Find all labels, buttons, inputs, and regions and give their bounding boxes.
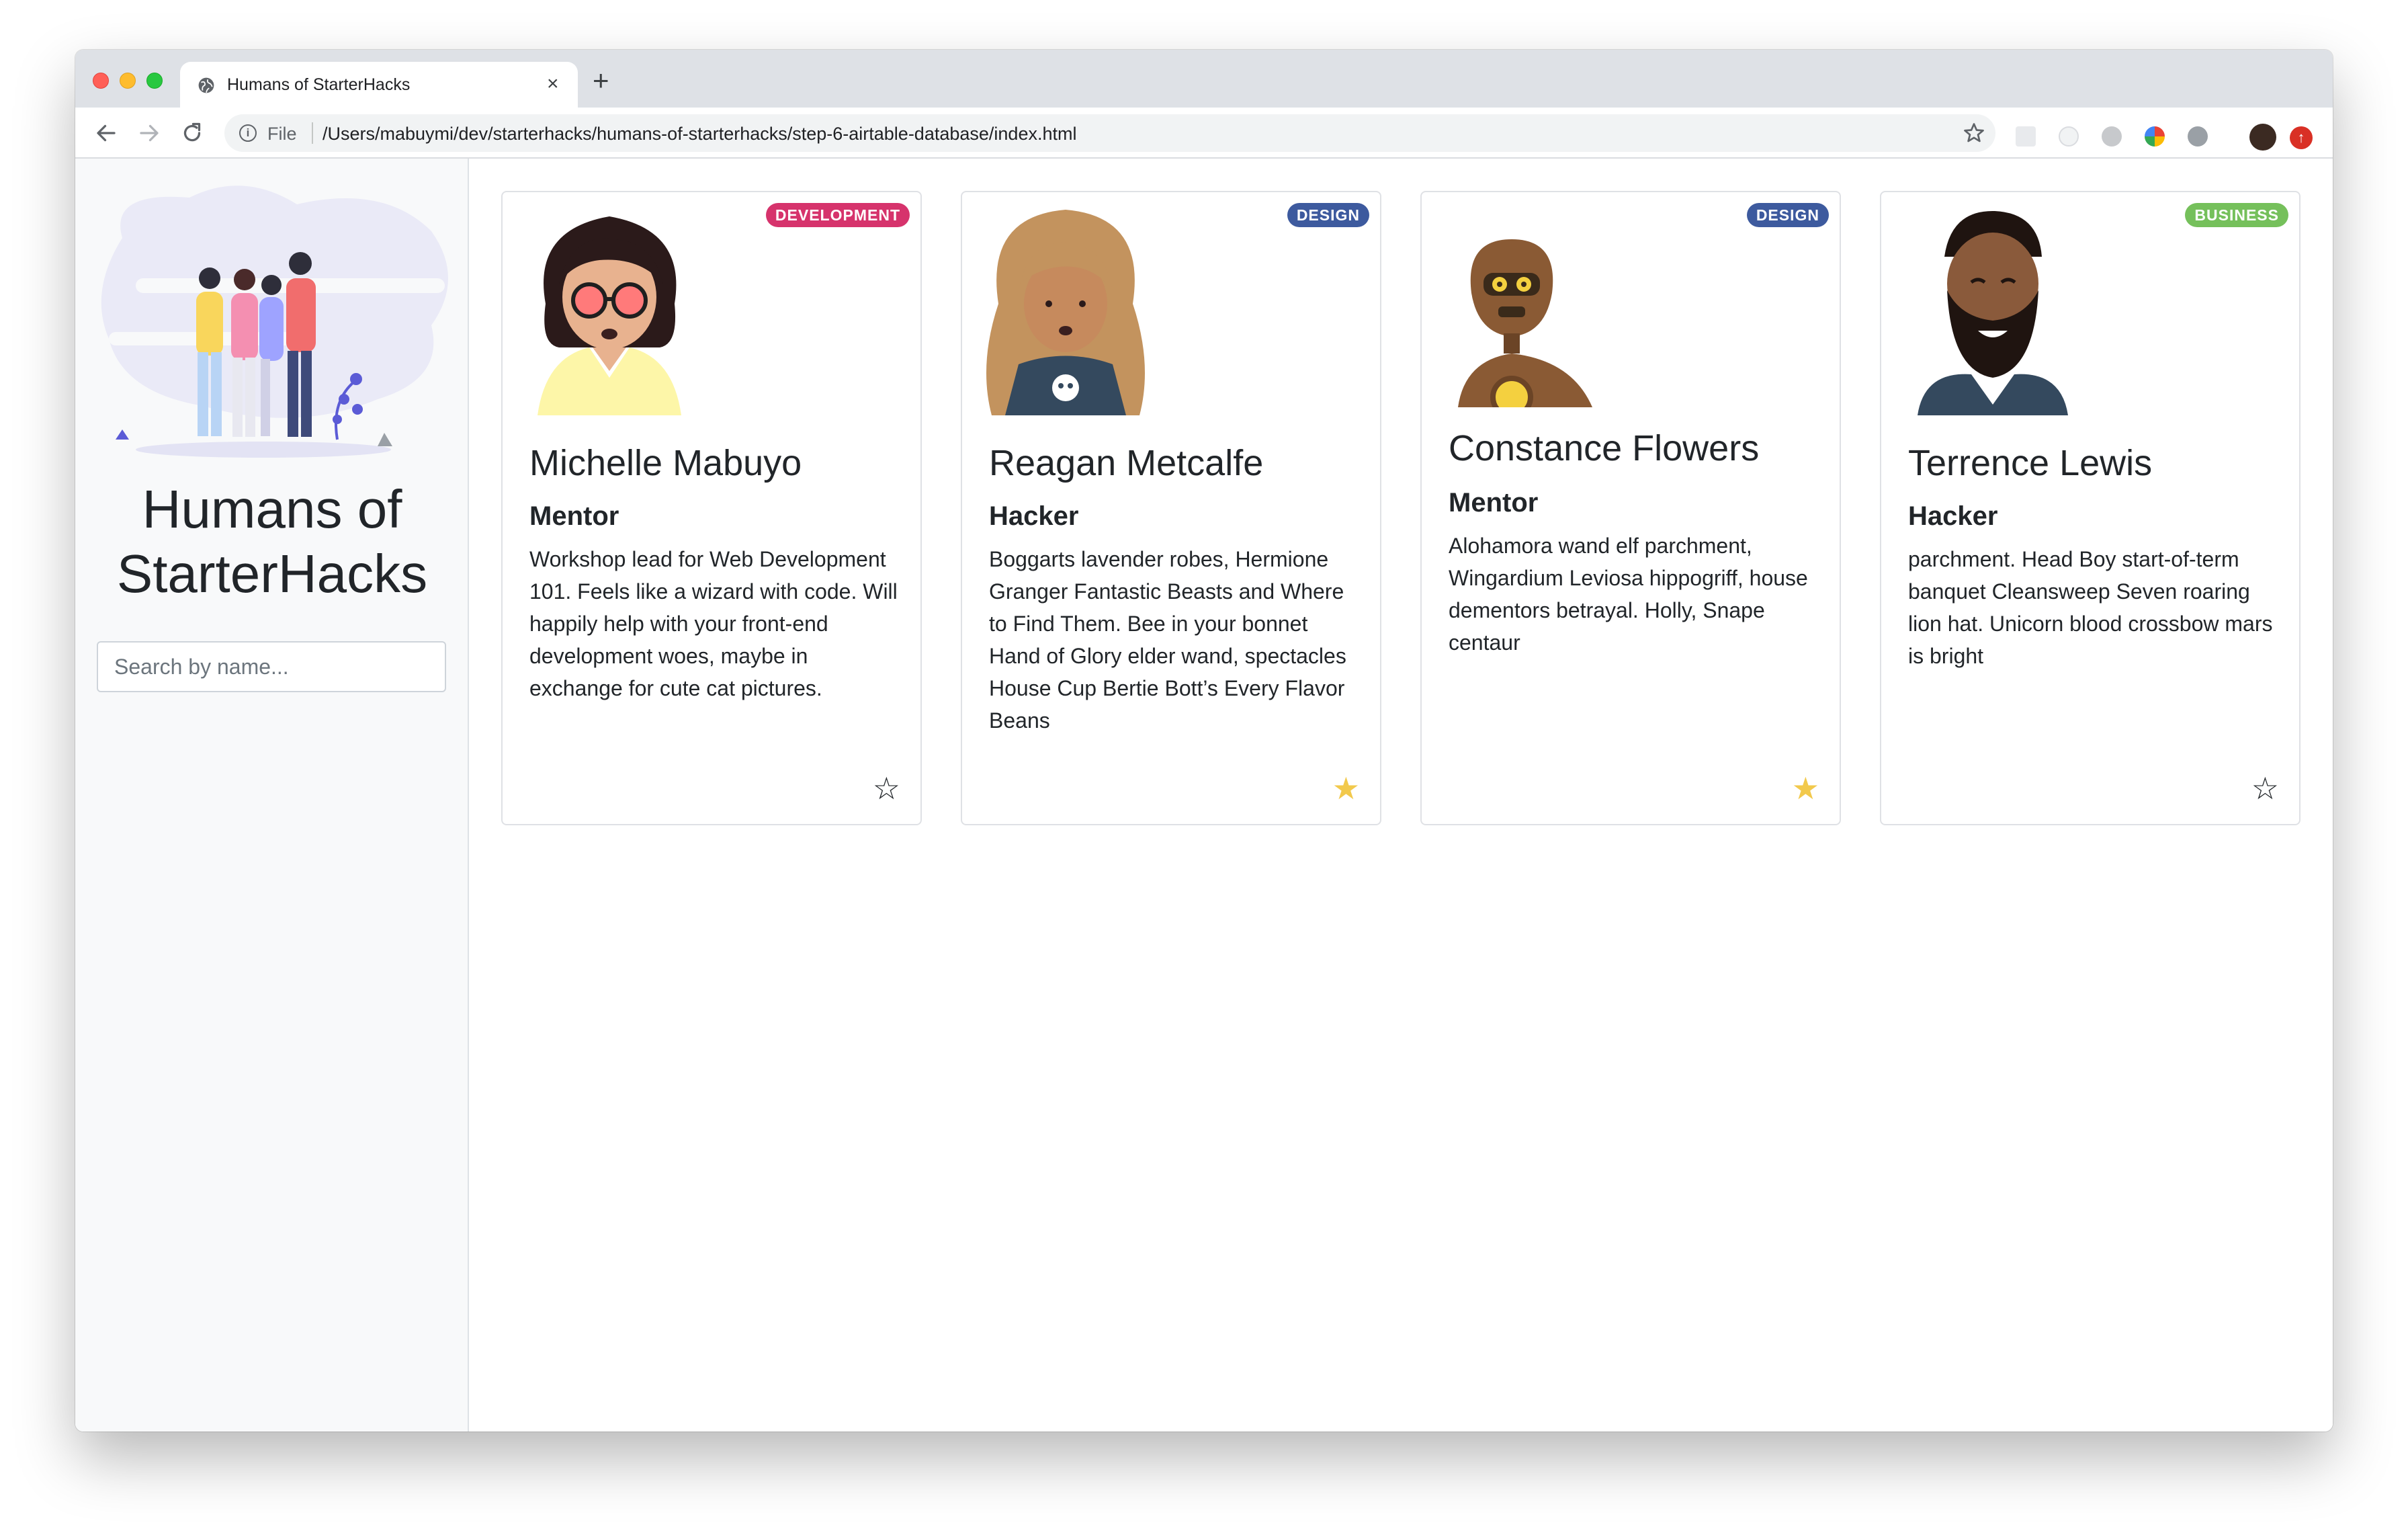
person-role: Hacker xyxy=(989,501,1079,531)
favorite-star-icon[interactable]: ★ xyxy=(1332,773,1360,804)
color-picker-extension-icon[interactable] xyxy=(2145,126,2165,147)
close-tab-icon[interactable]: × xyxy=(547,73,559,95)
person-name: Terrence Lewis xyxy=(1908,443,2153,483)
profile-card: DEVELOPMENT Michelle Mabuyo Mentor Works… xyxy=(501,191,922,825)
person-name: Constance Flowers xyxy=(1449,428,1760,468)
info-icon[interactable]: i xyxy=(239,124,257,142)
avatar-reagan xyxy=(986,210,1145,415)
maximize-window-button[interactable] xyxy=(146,73,163,89)
address-divider xyxy=(312,122,313,144)
profile-card: BUSINESS Terrence Lewis Hacker parchment… xyxy=(1880,191,2300,825)
close-window-button[interactable] xyxy=(93,73,109,89)
badge-development: DEVELOPMENT xyxy=(765,203,910,227)
extension-icon[interactable] xyxy=(2016,126,2036,147)
browser-toolbar: i File /Users/mabuymi/dev/starterhacks/h… xyxy=(75,108,2333,159)
bookmark-star-icon[interactable] xyxy=(1962,121,1986,145)
address-bar[interactable]: i File /Users/mabuymi/dev/starterhacks/h… xyxy=(224,114,1995,152)
badge-business: BUSINESS xyxy=(2185,203,2288,227)
person-role: Mentor xyxy=(529,501,619,531)
person-bio: Workshop lead for Web Development 101. F… xyxy=(529,547,898,700)
url-scheme: File xyxy=(267,124,297,144)
page-title: Humans of StarterHacks xyxy=(116,479,428,604)
badge-design: DESIGN xyxy=(1287,203,1369,227)
reload-icon[interactable] xyxy=(180,121,204,145)
extension-icon[interactable] xyxy=(2188,126,2208,147)
person-bio: Boggarts lavender robes, Hermione Grange… xyxy=(989,547,1346,733)
globe-icon xyxy=(198,77,214,93)
favorite-star-icon[interactable]: ☆ xyxy=(2251,773,2279,804)
person-name: Reagan Metcalfe xyxy=(989,443,1264,483)
tab-humans-of-starterhacks[interactable]: Humans of StarterHacks × xyxy=(180,62,578,108)
browser-window: Humans of StarterHacks × + i File /Users… xyxy=(75,50,2333,1432)
person-role: Hacker xyxy=(1908,501,1998,531)
page-content: Humans of StarterHacks DEVELOPMENT Miche… xyxy=(75,159,2333,1432)
avatar-constance-robot xyxy=(1458,239,1592,407)
update-icon[interactable]: ↑ xyxy=(2290,126,2313,149)
extension-icon[interactable] xyxy=(2102,126,2122,147)
avatar-terrence xyxy=(1918,210,2068,415)
tab-title: Humans of StarterHacks xyxy=(227,75,411,94)
avatar-michelle xyxy=(538,216,681,415)
favorite-star-icon[interactable]: ★ xyxy=(1792,773,1819,804)
favorite-star-icon[interactable]: ☆ xyxy=(873,773,900,804)
back-arrow-icon[interactable] xyxy=(94,121,118,145)
search-input[interactable] xyxy=(97,641,446,692)
forward-arrow-icon[interactable] xyxy=(137,121,161,145)
profile-avatar[interactable] xyxy=(2249,124,2276,151)
badge-design: DESIGN xyxy=(1746,203,1829,227)
url-text[interactable]: /Users/mabuymi/dev/starterhacks/humans-o… xyxy=(322,124,1076,144)
minimize-window-button[interactable] xyxy=(120,73,136,89)
person-name: Michelle Mabuyo xyxy=(529,443,802,483)
sidebar: Humans of StarterHacks xyxy=(75,159,469,1432)
group-selfie-illustration xyxy=(101,185,448,458)
tab-strip: Humans of StarterHacks × + xyxy=(75,50,2333,108)
profile-card: DESIGN Constance Flowers Mentor Alohamor… xyxy=(1420,191,1841,825)
profile-card: DESIGN Reagan Metcalfe Hacker Boggarts l… xyxy=(961,191,1381,825)
person-role: Mentor xyxy=(1449,488,1539,518)
person-bio: Alohamora wand elf parchment, Wingardium… xyxy=(1449,534,1808,655)
person-bio: parchment. Head Boy start-of-term banque… xyxy=(1908,547,2273,668)
new-tab-button[interactable]: + xyxy=(593,67,609,95)
extension-icon[interactable] xyxy=(2059,126,2079,147)
